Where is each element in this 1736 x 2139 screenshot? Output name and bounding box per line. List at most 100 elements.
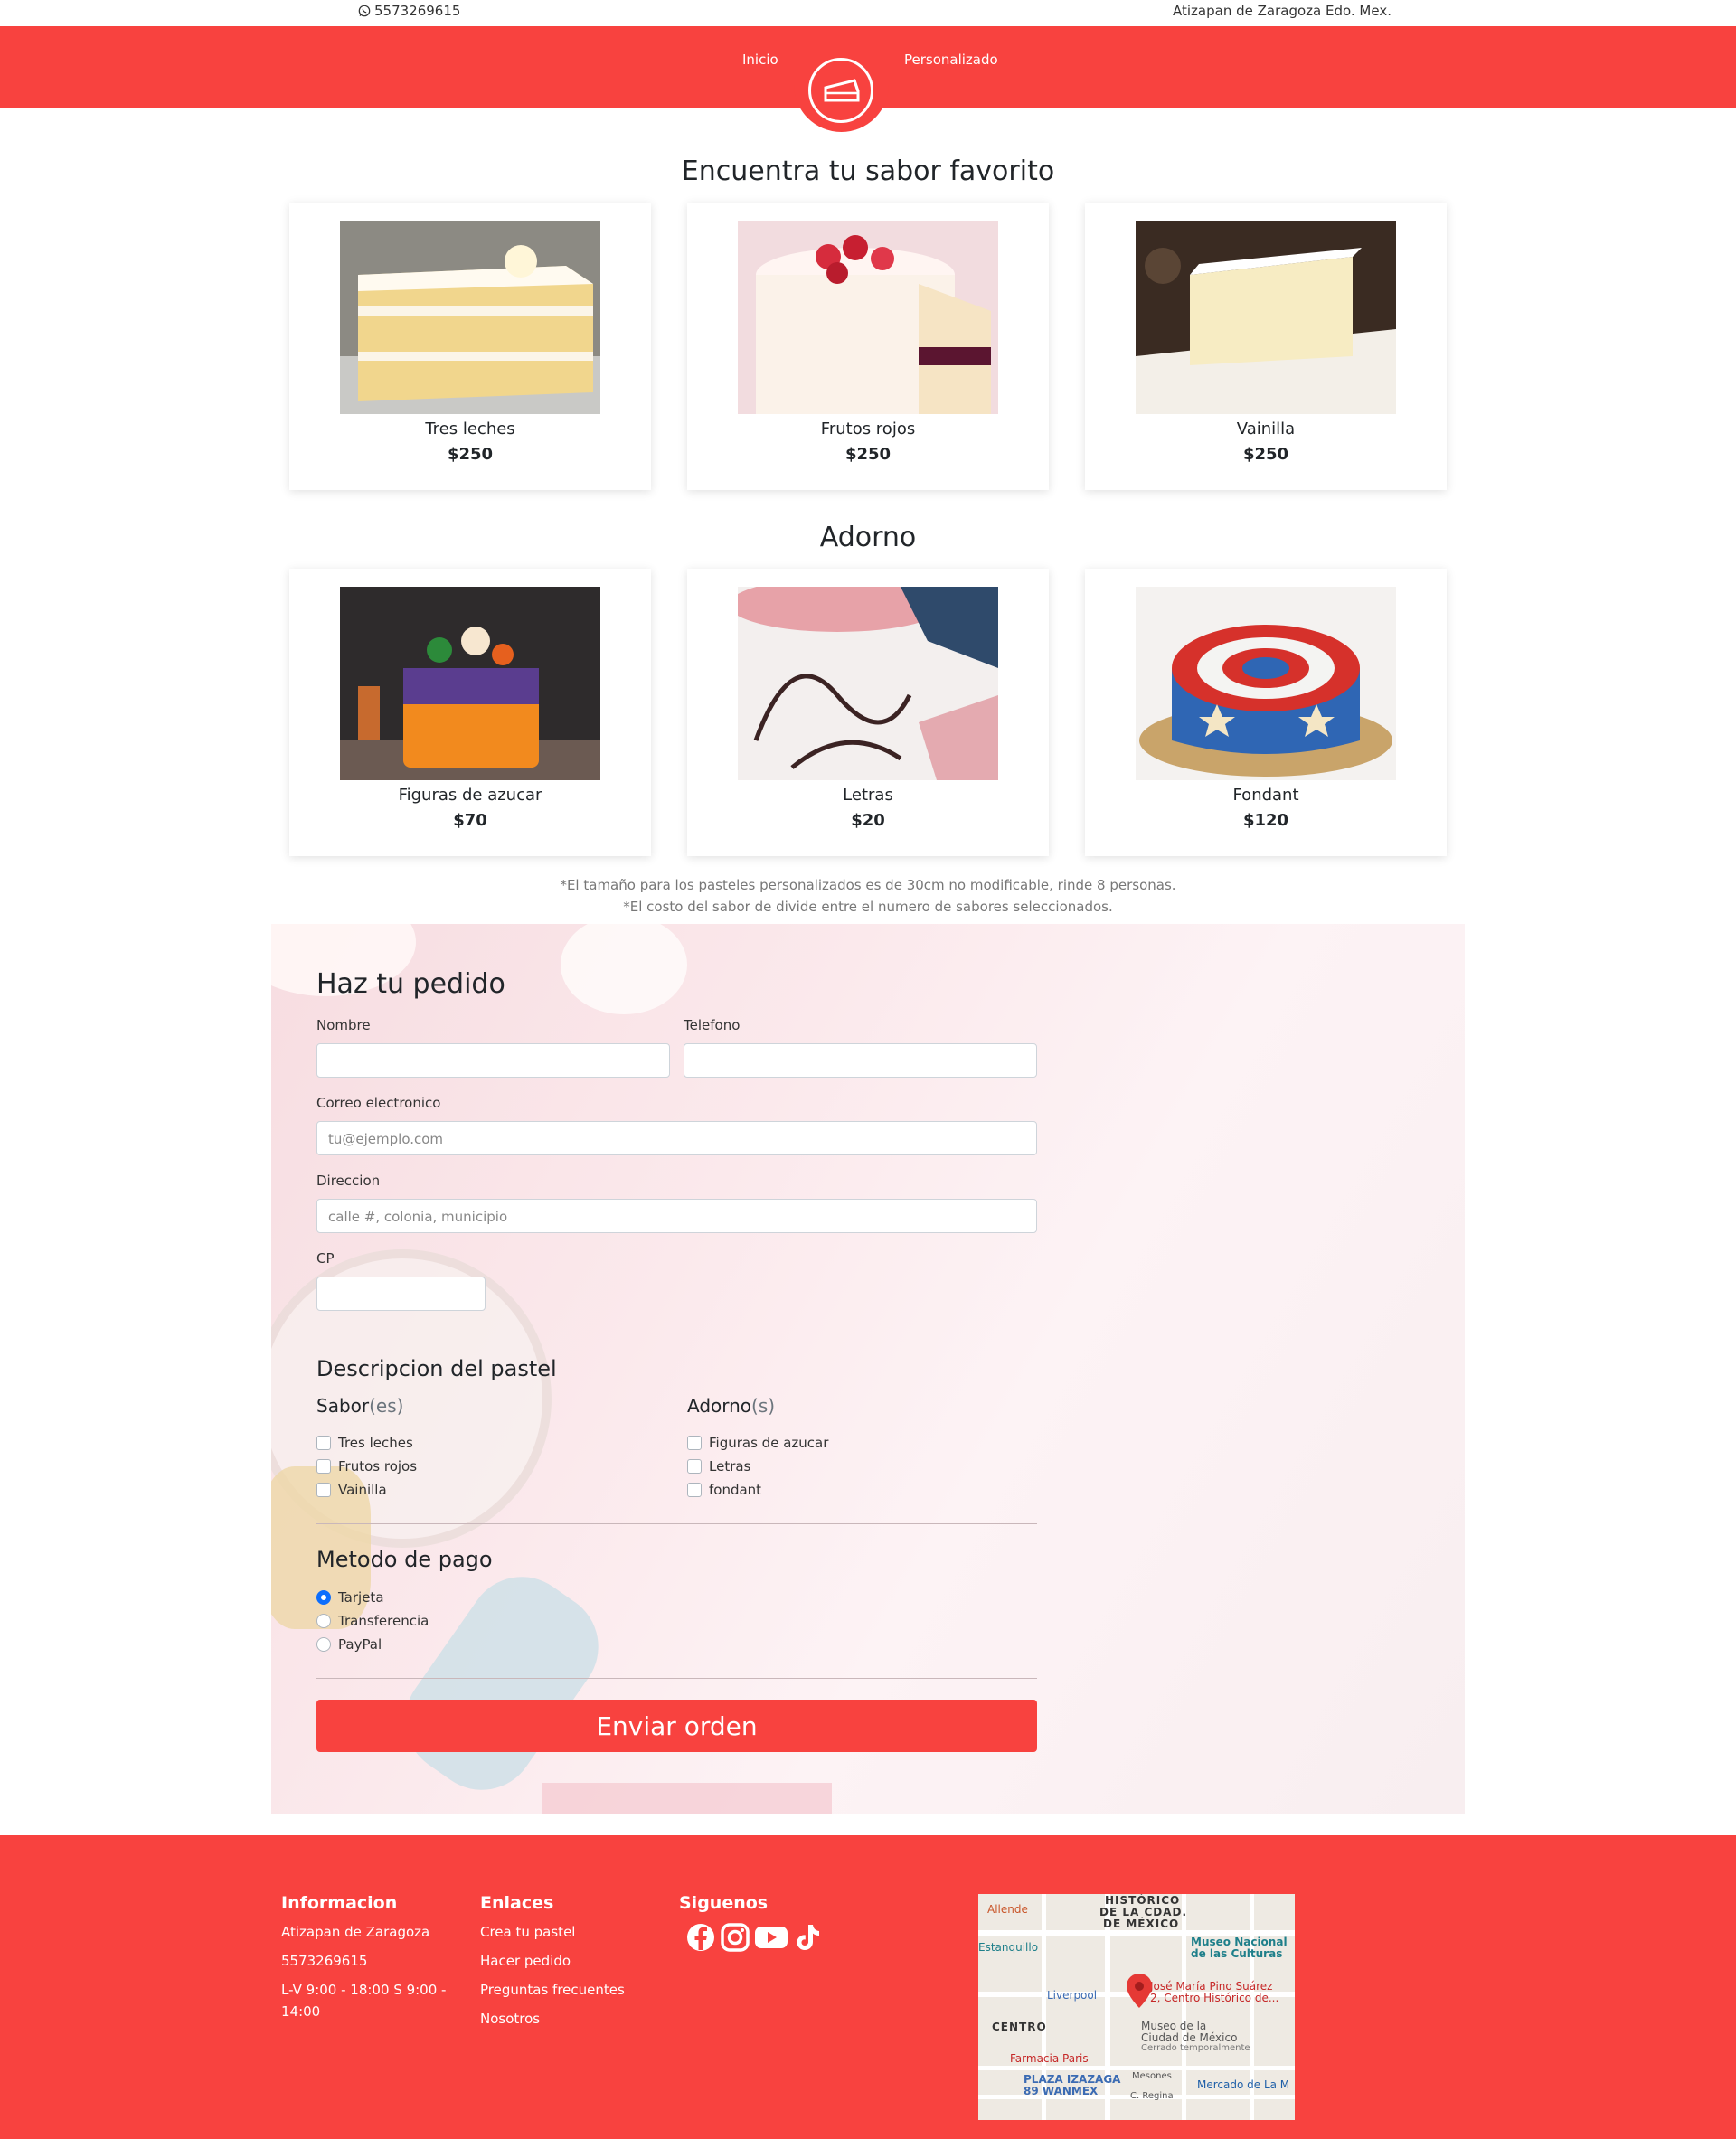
map-label: 2, Centro Histórico de...: [1150, 1992, 1279, 2004]
youtube-icon[interactable]: [754, 1922, 788, 1953]
deco-name: Letras: [843, 786, 893, 805]
size-notes: *El tamaño para los pasteles personaliza…: [0, 874, 1736, 918]
footer-social-title: Siguenos: [679, 1893, 769, 1913]
cake-logo-icon: [808, 58, 873, 123]
map-label: DE LA CDAD.: [1099, 1906, 1188, 1918]
flavor-card-vainilla[interactable]: Vainilla $250: [1085, 203, 1447, 490]
name-input[interactable]: [316, 1043, 670, 1078]
map-label: Farmacia Paris: [1010, 2052, 1089, 2065]
deco-price: $120: [1242, 811, 1289, 830]
flavor-checkbox-vainilla[interactable]: Vainilla: [316, 1482, 387, 1498]
checkbox[interactable]: [687, 1483, 702, 1497]
name-label: Nombre: [316, 1017, 371, 1033]
footer-info-hours-2: 14:00: [281, 2003, 321, 2020]
letras-image: [738, 587, 998, 780]
footer-link-pedido[interactable]: Hacer pedido: [480, 1951, 571, 1971]
footer-links-title: Enlaces: [480, 1893, 554, 1913]
address-label: Direccion: [316, 1173, 381, 1189]
map-label: de las Culturas: [1191, 1947, 1283, 1960]
whatsapp-icon: [358, 5, 371, 17]
map-label: Museo de la: [1141, 2020, 1207, 2032]
deco-price: $70: [453, 811, 487, 830]
flavor-name: Frutos rojos: [820, 419, 916, 438]
phone-number: 5573269615: [374, 3, 461, 19]
deco-checkbox-letras[interactable]: Letras: [687, 1458, 750, 1475]
map-label: Allende: [987, 1903, 1028, 1916]
map-pin-icon[interactable]: [1127, 1974, 1152, 2008]
figuras-azucar-image: [340, 587, 600, 780]
flavor-card-frutos-rojos[interactable]: Frutos rojos $250: [687, 203, 1049, 490]
map-label: José María Pino Suárez: [1150, 1980, 1273, 1993]
address-input[interactable]: calle #, colonia, municipio: [316, 1199, 1037, 1233]
description-title: Descripcion del pastel: [316, 1356, 557, 1381]
location-text: Atizapan de Zaragoza Edo. Mex.: [1173, 3, 1392, 19]
flavor-name: Tres leches: [425, 419, 515, 438]
flavors-title: Encuentra tu sabor favorito: [681, 155, 1055, 187]
tiktok-icon[interactable]: [792, 1922, 823, 1953]
tres-leches-image: [340, 221, 600, 414]
checkbox[interactable]: [687, 1459, 702, 1474]
flavor-price: $250: [447, 445, 494, 464]
deco-name: Figuras de azucar: [398, 786, 542, 805]
footer-info-address: Atizapan de Zaragoza: [281, 1924, 430, 1940]
flavors-group-title: Sabor(es): [316, 1395, 404, 1417]
fondant-image: [1136, 587, 1396, 780]
note-cost: *El costo del sabor de divide entre el n…: [623, 899, 1113, 915]
flavor-card-tres-leches[interactable]: Tres leches $250: [289, 203, 651, 490]
deco-card-figuras[interactable]: Figuras de azucar $70: [289, 569, 651, 856]
radio[interactable]: [316, 1637, 331, 1652]
footer-link-nosotros[interactable]: Nosotros: [480, 2009, 540, 2029]
map-label: 89 WANMEX: [1024, 2085, 1099, 2097]
footer-info-title: Informacion: [281, 1893, 398, 1913]
map-label: HISTÓRICO: [1105, 1894, 1181, 1907]
deco-group-title: Adorno(s): [687, 1395, 776, 1417]
radio-selected[interactable]: [316, 1590, 331, 1605]
deco-price: $20: [851, 811, 885, 830]
email-label: Correo electronico: [316, 1095, 441, 1111]
deco-card-letras[interactable]: Letras $20: [687, 569, 1049, 856]
map-label: Ciudad de México: [1141, 2031, 1238, 2044]
top-bar: 5573269615 Atizapan de Zaragoza Edo. Mex…: [0, 0, 1736, 26]
map-label: DE MÉXICO: [1103, 1918, 1180, 1930]
flavor-name: Vainilla: [1236, 419, 1296, 438]
map-label: Cerrado temporalmente: [1141, 2043, 1250, 2053]
submit-order-button[interactable]: Enviar orden: [316, 1700, 1037, 1752]
payment-title: Metodo de pago: [316, 1547, 493, 1572]
phone-input[interactable]: [684, 1043, 1037, 1078]
payment-radio-paypal[interactable]: PayPal: [316, 1636, 382, 1653]
nav-link-inicio[interactable]: Inicio: [742, 52, 778, 68]
payment-radio-tarjeta[interactable]: Tarjeta: [316, 1589, 384, 1606]
email-input[interactable]: tu@ejemplo.com: [316, 1121, 1037, 1155]
checkbox[interactable]: [316, 1459, 331, 1474]
phone-label: Telefono: [684, 1017, 741, 1033]
footer-link-faq[interactable]: Preguntas frecuentes: [480, 1980, 625, 2000]
flavor-checkbox-frutos-rojos[interactable]: Frutos rojos: [316, 1458, 417, 1475]
phone-contact[interactable]: 5573269615: [358, 3, 460, 19]
deco-checkbox-figuras[interactable]: Figuras de azucar: [687, 1435, 828, 1451]
map-label: Estanquillo: [978, 1941, 1039, 1954]
footer-link-crea[interactable]: Crea tu pastel: [480, 1922, 575, 1942]
payment-radio-transferencia[interactable]: Transferencia: [316, 1613, 429, 1629]
footer-info-phone: 5573269615: [281, 1953, 368, 1969]
map-label: PLAZA IZAZAGA: [1024, 2073, 1121, 2086]
vainilla-image: [1136, 221, 1396, 414]
map-label: C. Regina: [1130, 2091, 1174, 2101]
instagram-icon[interactable]: [720, 1922, 750, 1953]
deco-card-fondant[interactable]: Fondant $120: [1085, 569, 1447, 856]
deco-name: Fondant: [1232, 786, 1299, 805]
checkbox[interactable]: [316, 1436, 331, 1450]
cp-label: CP: [316, 1250, 335, 1267]
flavor-price: $250: [844, 445, 892, 464]
checkbox[interactable]: [316, 1483, 331, 1497]
order-form-title: Haz tu pedido: [316, 968, 505, 1000]
footer-info-hours: L-V 9:00 - 18:00 S 9:00 -: [281, 1982, 447, 1998]
flavor-checkbox-tres-leches[interactable]: Tres leches: [316, 1435, 413, 1451]
radio[interactable]: [316, 1614, 331, 1628]
location-map[interactable]: HISTÓRICO DE LA CDAD. DE MÉXICO Allende …: [978, 1894, 1295, 2120]
cp-input[interactable]: [316, 1277, 486, 1311]
nav-link-personalizado[interactable]: Personalizado: [904, 52, 998, 68]
facebook-icon[interactable]: [685, 1922, 716, 1953]
map-label: Mercado de La M: [1197, 2078, 1290, 2091]
deco-checkbox-fondant[interactable]: fondant: [687, 1482, 761, 1498]
checkbox[interactable]: [687, 1436, 702, 1450]
